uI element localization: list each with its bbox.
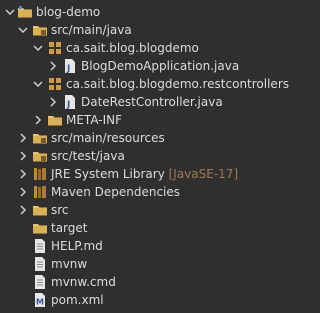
tree-item-label: blog-demo (36, 5, 101, 19)
chevron-right-icon[interactable] (47, 59, 59, 73)
chevron-right-icon[interactable] (17, 131, 29, 145)
project-folder-icon (17, 4, 33, 20)
tree-item-label: pom.xml (51, 293, 104, 307)
tree-item-label: src/main/resources (51, 131, 165, 145)
tree-item-label: BlogDemoApplication.java (81, 59, 240, 73)
tree-item-label: ca.sait.blog.blogdemo.restcontrollers (66, 77, 290, 91)
library-icon (32, 184, 48, 200)
tree-item-maven-dependencies[interactable]: Maven Dependencies (0, 182, 317, 202)
folder-icon (32, 220, 48, 236)
tree-item-package-restcontrollers[interactable]: ca.sait.blog.blogdemo.restcontrollers (0, 74, 317, 94)
package-icon (47, 76, 63, 92)
tree-item-mvnw[interactable]: mvnw (0, 254, 317, 274)
tree-item-label: JRE System Library [JavaSE-17] (51, 167, 239, 181)
chevron-right-icon[interactable] (17, 185, 29, 199)
tree-item-package-blogdemo[interactable]: ca.sait.blog.blogdemo (0, 38, 317, 58)
tree-item-meta-inf[interactable]: META-INF (0, 110, 317, 130)
package-icon (47, 40, 63, 56)
svg-text:J: J (66, 100, 70, 110)
project-explorer-tree: blog-demo src/main/java ca.sait.blog.blo… (0, 0, 317, 313)
folder-icon (32, 202, 48, 218)
chevron-down-icon[interactable] (4, 5, 16, 19)
tree-item-label: src (51, 203, 69, 217)
chevron-down-icon[interactable] (32, 77, 44, 91)
tree-item-label: mvnw.cmd (51, 275, 116, 289)
tree-item-label: mvnw (51, 257, 88, 271)
tree-item-label: META-INF (66, 113, 123, 127)
text-file-icon (32, 274, 48, 290)
chevron-right-icon[interactable] (17, 149, 29, 163)
chevron-down-icon[interactable] (17, 23, 29, 37)
jre-version-decoration: [JavaSE-17] (168, 167, 239, 181)
tree-item-src[interactable]: src (0, 200, 317, 220)
tree-item-target[interactable]: target (0, 218, 317, 238)
tree-item-src-main-resources[interactable]: src/main/resources (0, 128, 317, 148)
tree-item-blog-demo[interactable]: blog-demo (0, 2, 317, 22)
tree-item-blogdemoapplication-java[interactable]: J BlogDemoApplication.java (0, 56, 317, 76)
source-folder-icon (32, 148, 48, 164)
folder-icon (47, 112, 63, 128)
tree-item-label: Maven Dependencies (51, 185, 181, 199)
tree-item-daterestcontroller-java[interactable]: J DateRestController.java (0, 92, 317, 112)
java-file-icon: J (62, 58, 78, 74)
text-file-icon (32, 238, 48, 254)
text-file-icon (32, 256, 48, 272)
tree-item-mvnw-cmd[interactable]: mvnw.cmd (0, 272, 317, 292)
tree-item-label: src/test/java (51, 149, 125, 163)
tree-item-jre-system-library[interactable]: JRE System Library [JavaSE-17] (0, 164, 317, 184)
maven-pom-icon: M (32, 292, 48, 308)
chevron-right-icon[interactable] (47, 95, 59, 109)
chevron-down-icon[interactable] (32, 41, 44, 55)
tree-item-label: HELP.md (51, 239, 103, 253)
chevron-right-icon[interactable] (32, 113, 44, 127)
tree-item-label: src/main/java (51, 23, 132, 37)
tree-item-label: ca.sait.blog.blogdemo (66, 41, 199, 55)
source-folder-icon (32, 22, 48, 38)
svg-text:M: M (36, 298, 44, 307)
chevron-right-icon[interactable] (17, 167, 29, 181)
source-folder-icon (32, 130, 48, 146)
tree-item-help-md[interactable]: HELP.md (0, 236, 317, 256)
java-file-icon: J (62, 94, 78, 110)
library-icon (32, 166, 48, 182)
chevron-right-icon[interactable] (17, 203, 29, 217)
tree-item-src-main-java[interactable]: src/main/java (0, 20, 317, 40)
tree-item-pom-xml[interactable]: M pom.xml (0, 290, 317, 310)
tree-item-src-test-java[interactable]: src/test/java (0, 146, 317, 166)
svg-text:J: J (66, 64, 70, 74)
tree-item-label: target (51, 221, 88, 235)
tree-item-label: DateRestController.java (81, 95, 223, 109)
